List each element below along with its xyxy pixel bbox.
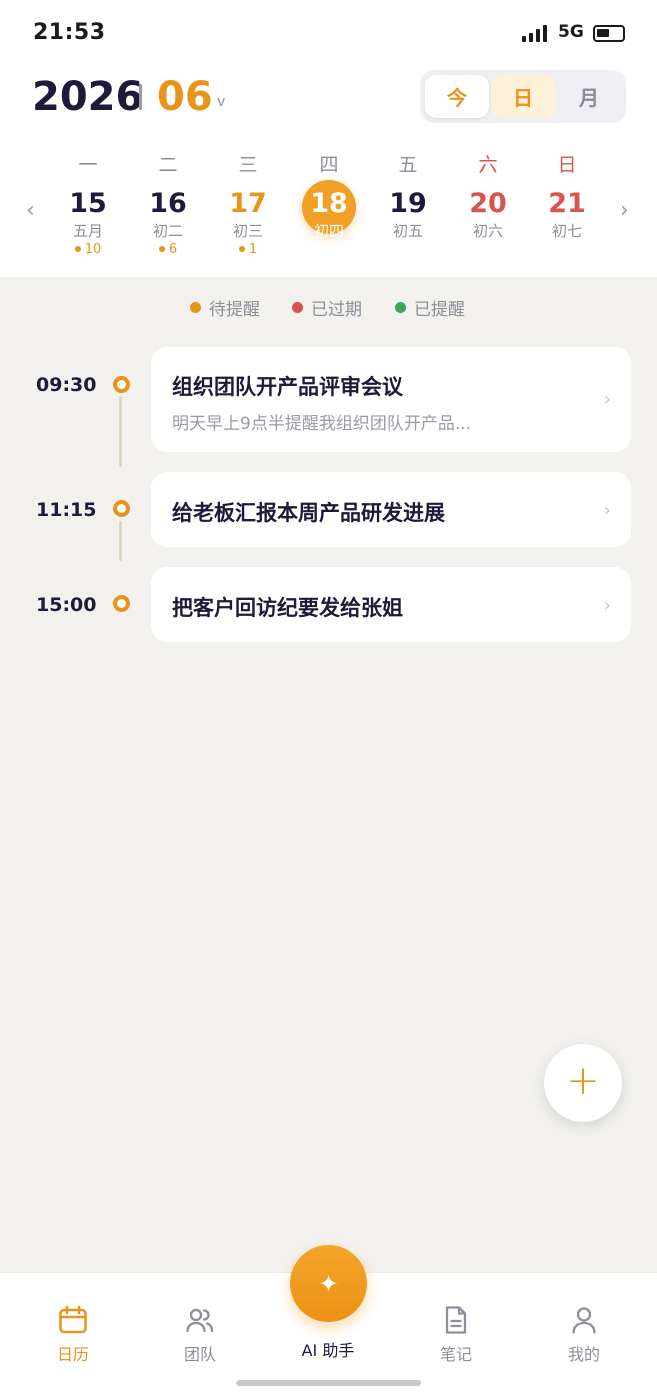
year-label[interactable]: 2026 [32,74,143,120]
reminder-count: 10 [56,241,120,258]
weekday-label: 五 [398,154,418,176]
team-icon [155,1295,245,1335]
tab-team[interactable]: 团队 [155,1295,245,1365]
chevron-right-icon: › [603,595,611,616]
date-number: 20 [469,188,507,219]
reminder-dot-icon [74,245,81,252]
weekday-label: 三 [238,154,258,176]
lunar-date: 初三 [232,222,263,240]
expired-dot-icon [292,302,303,313]
event-card[interactable]: 把客户回访纪要发给张姐 › [151,567,631,642]
date-number: 15 [69,188,107,219]
tab-calendar[interactable]: 日历 [28,1295,118,1365]
legend-expired: 已过期 [292,295,362,320]
timeline-node-icon [113,595,130,612]
event-card[interactable]: 组织团队开产品评审会议 明天早上9点半提醒我组织团队开产品... › [151,347,631,452]
add-event-button[interactable]: + [544,1044,622,1122]
status-time: 21:53 [33,20,106,45]
year-month-divider [139,84,142,110]
weekday-label: 一 [78,154,98,176]
event-title: 组织团队开产品评审会议 [172,375,403,399]
pending-dot-icon [190,302,201,313]
timeline-node-icon [113,500,130,517]
lunar-date: 初六 [472,222,503,240]
date-number: 17 [229,188,267,219]
tab-profile[interactable]: 我的 [539,1295,629,1365]
prev-week-arrow[interactable]: ‹ [26,198,35,223]
reminder-count: 1 [216,241,280,258]
event-title: 把客户回访纪要发给张姐 [172,596,403,620]
view-switcher: 今 日 月 [420,70,626,123]
event-subtitle: 明天早上9点半提醒我组织团队开产品... [172,414,472,434]
weekday-label: 四 [319,154,339,176]
tab-label: 日历 [56,1345,89,1364]
chevron-right-icon: › [603,389,611,410]
lunar-date: 初二 [152,222,183,240]
tab-label: 我的 [567,1345,600,1364]
event-time: 09:30 [36,374,97,396]
lunar-date: 初七 [551,222,582,240]
next-week-arrow[interactable]: › [620,198,629,223]
date-number: 19 [389,188,427,219]
legend-reminded: 已提醒 [395,295,465,320]
status-bar: 21:53 5G [0,0,657,66]
ai-assistant-button[interactable]: ✦ [290,1245,367,1322]
date-number: 18 [310,188,348,219]
event-card[interactable]: 给老板汇报本周产品研发进展 › [151,472,631,547]
day-cell-18[interactable]: 四 18 初四 [297,150,361,241]
weekday-label: 六 [478,154,498,176]
reminded-dot-icon [395,302,406,313]
profile-icon [539,1295,629,1335]
date-number: 21 [548,188,586,219]
lunar-date: 初四 [313,222,344,240]
event-title: 给老板汇报本周产品研发进展 [172,501,445,525]
lunar-date: 初五 [392,222,423,240]
tab-label: 团队 [183,1345,216,1364]
calendar-header-panel: 21:53 5G 2026 06 v 今 日 月 ‹ › 一 15 五月 10 … [0,0,657,277]
date-number: 16 [149,188,187,219]
weekday-label: 日 [557,154,577,176]
note-icon [411,1295,501,1335]
day-cell-16[interactable]: 二 16 初二 6 [136,150,200,258]
chevron-right-icon: › [603,500,611,521]
day-cell-20[interactable]: 六 20 初六 [456,150,520,241]
network-type: 5G [558,22,584,42]
view-month-button[interactable]: 月 [557,75,621,118]
day-cell-17[interactable]: 三 17 初三 1 [216,150,280,258]
legend-pending: 待提醒 [190,295,260,320]
weekday-label: 二 [158,154,178,176]
day-cell-15[interactable]: 一 15 五月 10 [56,150,120,258]
plus-icon: + [566,1058,600,1104]
month-label[interactable]: 06 [157,74,213,120]
month-dropdown-icon[interactable]: v [217,94,225,110]
status-legend: 待提醒 已过期 已提醒 [0,295,657,320]
home-indicator [236,1380,421,1386]
tab-label: 笔记 [439,1345,472,1364]
day-cell-19[interactable]: 五 19 初五 [376,150,440,241]
tab-notes[interactable]: 笔记 [411,1295,501,1365]
view-day-button[interactable]: 日 [491,75,555,118]
event-time: 15:00 [36,594,97,616]
timeline-line [119,396,122,467]
reminder-dot-icon [158,245,165,252]
battery-icon [593,25,625,42]
day-cell-21[interactable]: 日 21 初七 [535,150,599,241]
signal-icon [522,25,548,42]
timeline-node-icon [113,376,130,393]
event-time: 11:15 [36,499,97,521]
sparkle-icon: ✦ [318,1269,339,1298]
calendar-icon [28,1295,118,1335]
reminder-count: 6 [136,241,200,258]
lunar-date: 五月 [72,222,103,240]
tab-label-ai: AI 助手 [301,1341,355,1360]
view-today-button[interactable]: 今 [425,75,489,118]
timeline-line [119,521,122,561]
reminder-dot-icon [238,245,245,252]
